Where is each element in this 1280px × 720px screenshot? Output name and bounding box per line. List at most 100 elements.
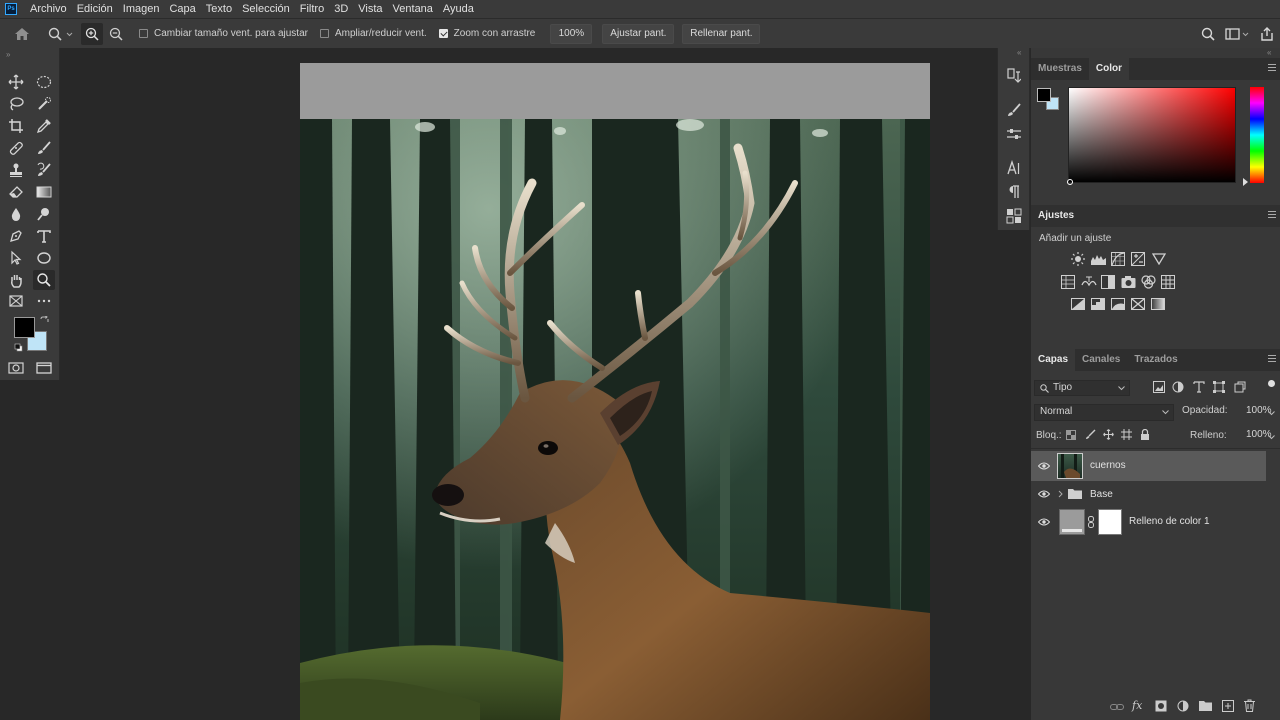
blur-tool-icon[interactable] xyxy=(5,204,27,224)
eyedropper-tool-icon[interactable] xyxy=(33,116,55,136)
menu-capa[interactable]: Capa xyxy=(164,0,200,18)
new-group-icon[interactable] xyxy=(1199,700,1212,711)
character-panel-icon[interactable] xyxy=(1004,158,1024,178)
delete-layer-icon[interactable] xyxy=(1244,699,1255,712)
lock-artboard-icon[interactable] xyxy=(1121,429,1132,443)
checkbox-box[interactable] xyxy=(319,29,329,38)
collapse-panels-icon[interactable]: « xyxy=(1267,48,1271,57)
menu-texto[interactable]: Texto xyxy=(201,0,237,18)
hue-saturation-icon[interactable] xyxy=(1061,275,1075,292)
menu-archivo[interactable]: Archivo xyxy=(25,0,72,18)
new-layer-icon[interactable] xyxy=(1222,700,1234,712)
foreground-color-swatch[interactable] xyxy=(14,317,35,338)
type-tool-icon[interactable] xyxy=(33,226,55,246)
gradient-map-triangle-icon[interactable] xyxy=(1151,253,1167,268)
paragraph-panel-icon[interactable] xyxy=(1004,182,1024,202)
panel-menu-icon[interactable] xyxy=(1268,355,1276,363)
quick-selection-tool-icon[interactable] xyxy=(33,94,55,114)
menu-ventana[interactable]: Ventana xyxy=(388,0,438,18)
gradient-tool-icon[interactable] xyxy=(33,182,55,202)
eye-icon[interactable] xyxy=(1038,462,1050,470)
ellipse-tool-icon[interactable] xyxy=(33,248,55,268)
zoom-tool-icon[interactable] xyxy=(33,270,55,290)
filter-pixel-layers-icon[interactable] xyxy=(1153,381,1165,396)
menu-imagen[interactable]: Imagen xyxy=(118,0,165,18)
more-tools-icon[interactable] xyxy=(33,291,55,311)
hue-slider-handle[interactable] xyxy=(1243,178,1248,186)
healing-brush-tool-icon[interactable] xyxy=(5,138,27,158)
zoom-percentage-field[interactable]: 100% xyxy=(550,23,593,44)
brush-settings-icon[interactable] xyxy=(1004,100,1024,120)
lock-position-icon[interactable] xyxy=(1103,429,1114,443)
layer-row-cuernos[interactable]: cuernos xyxy=(1031,451,1266,481)
add-mask-icon[interactable] xyxy=(1155,700,1167,712)
home-icon[interactable] xyxy=(0,23,44,45)
levels-icon[interactable] xyxy=(1091,253,1106,268)
collapse-strip-icon[interactable]: « xyxy=(1017,48,1021,57)
link-icon[interactable] xyxy=(1088,516,1094,528)
crop-tool-icon[interactable] xyxy=(5,116,27,136)
layer-row-base[interactable]: Base xyxy=(1031,482,1266,506)
default-colors-icon[interactable] xyxy=(14,343,23,355)
invert-icon[interactable] xyxy=(1071,298,1085,313)
marquee-tool-icon[interactable] xyxy=(33,72,55,92)
posterize-icon[interactable] xyxy=(1091,298,1105,313)
opacity-chevron-icon[interactable] xyxy=(1268,411,1275,416)
layer-style-icon[interactable]: fx xyxy=(1132,699,1142,712)
filter-adjustment-layers-icon[interactable] xyxy=(1172,381,1184,396)
dodge-tool-icon[interactable] xyxy=(33,204,55,224)
pen-tool-icon[interactable] xyxy=(5,226,27,246)
layer-mask-thumbnail[interactable] xyxy=(1098,509,1122,535)
link-layers-icon[interactable] xyxy=(1110,702,1124,712)
tab-trazados[interactable]: Trazados xyxy=(1127,349,1184,371)
panel-menu-icon[interactable] xyxy=(1268,64,1276,72)
resize-windows-checkbox[interactable]: Cambiar tamaño vent. para ajustar xyxy=(139,28,308,39)
menu-vista[interactable]: Vista xyxy=(353,0,387,18)
quick-mask-icon[interactable] xyxy=(5,358,27,378)
hue-slider[interactable] xyxy=(1250,87,1264,183)
tab-capas[interactable]: Capas xyxy=(1031,349,1076,371)
filter-shape-layers-icon[interactable] xyxy=(1213,381,1225,396)
scrubby-zoom-checkbox[interactable]: Zoom con arrastre xyxy=(438,28,535,39)
eye-icon[interactable] xyxy=(1038,490,1050,498)
channel-mixer-icon[interactable] xyxy=(1141,275,1156,292)
filter-type-layers-icon[interactable] xyxy=(1193,381,1205,396)
eye-icon[interactable] xyxy=(1038,518,1050,526)
filter-smart-objects-icon[interactable] xyxy=(1234,381,1246,396)
menu-ayuda[interactable]: Ayuda xyxy=(438,0,479,18)
share-icon[interactable] xyxy=(1254,23,1280,45)
panel-menu-icon[interactable] xyxy=(1268,211,1276,219)
menu-3d[interactable]: 3D xyxy=(329,0,353,18)
document-image[interactable] xyxy=(300,63,930,720)
menu-edicion[interactable]: Edición xyxy=(72,0,118,18)
zoom-all-windows-checkbox[interactable]: Ampliar/reducir vent. xyxy=(319,28,427,39)
clone-stamp-tool-icon[interactable] xyxy=(5,160,27,180)
menu-filtro[interactable]: Filtro xyxy=(295,0,329,18)
tab-color[interactable]: Color xyxy=(1088,58,1130,80)
threshold-icon[interactable] xyxy=(1111,298,1125,313)
eraser-tool-icon[interactable] xyxy=(5,182,27,202)
selective-color-icon[interactable] xyxy=(1131,298,1145,313)
color-lookup-icon[interactable] xyxy=(1161,275,1175,292)
swap-colors-icon[interactable] xyxy=(40,315,49,328)
hand-tool-icon[interactable] xyxy=(5,270,27,290)
fill-chevron-icon[interactable] xyxy=(1268,435,1275,440)
color-balance-icon[interactable] xyxy=(1081,275,1097,292)
brightness-contrast-icon[interactable] xyxy=(1071,252,1085,269)
curves-icon[interactable] xyxy=(1111,252,1125,269)
tab-canales[interactable]: Canales xyxy=(1075,349,1127,371)
document-canvas-area[interactable] xyxy=(60,48,997,720)
filter-toggle[interactable] xyxy=(1268,380,1275,387)
glyphs-panel-icon[interactable] xyxy=(1004,206,1024,226)
tab-muestras[interactable]: Muestras xyxy=(1031,58,1089,80)
layer-filter-kind-select[interactable]: Tipo xyxy=(1034,380,1130,396)
screen-mode-icon[interactable] xyxy=(33,358,55,378)
checkbox-box[interactable] xyxy=(139,29,148,38)
chevron-right-icon[interactable] xyxy=(1058,490,1063,498)
lasso-tool-icon[interactable] xyxy=(5,94,27,114)
history-panel-icon[interactable] xyxy=(1004,66,1024,86)
menu-seleccion[interactable]: Selección xyxy=(237,0,295,18)
photo-filter-icon[interactable] xyxy=(1121,275,1136,292)
zoom-in-icon[interactable] xyxy=(81,22,103,45)
lock-image-pixels-icon[interactable] xyxy=(1085,429,1096,443)
